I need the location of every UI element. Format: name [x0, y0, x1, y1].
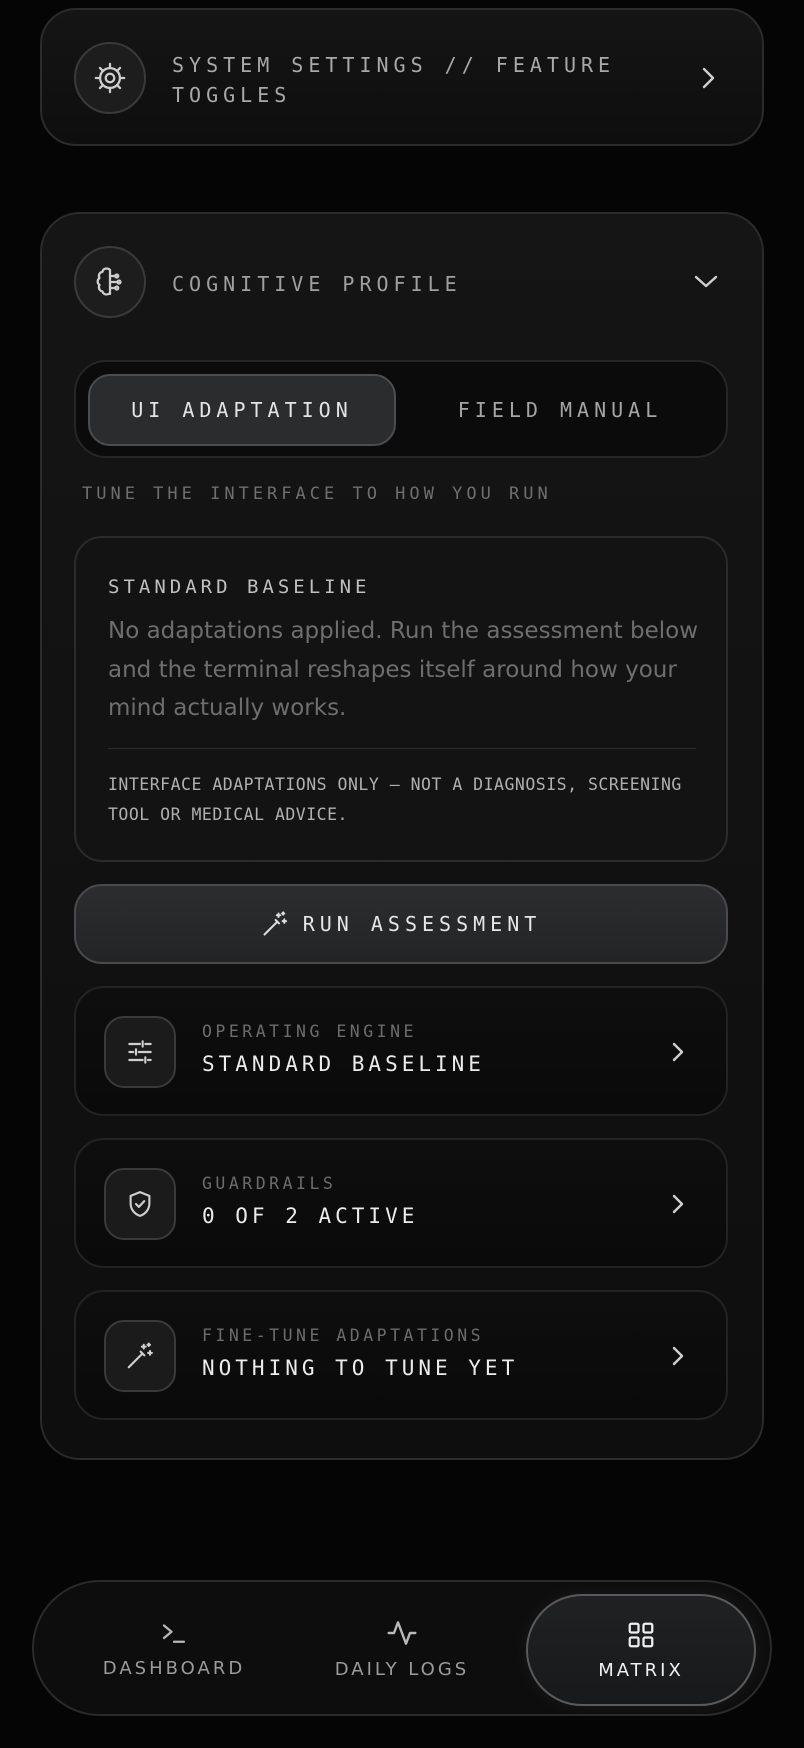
baseline-title: STANDARD BASELINE: [108, 576, 371, 598]
run-assessment-button[interactable]: RUN ASSESSMENT: [74, 884, 728, 964]
tune-caption: TUNE THE INTERFACE TO HOW YOU RUN: [82, 484, 552, 504]
activity-icon: [387, 1620, 417, 1645]
terminal-icon: [162, 1623, 186, 1643]
tab-ui-adaptation[interactable]: UI ADAPTATION: [88, 374, 396, 446]
divider: [108, 748, 696, 749]
bottom-nav: DASHBOARD DAILY LOGS MATRIX: [32, 1580, 772, 1716]
baseline-info-box: STANDARD BASELINE No adaptations applied…: [74, 536, 728, 862]
profile-title: COGNITIVE PROFILE: [172, 272, 462, 296]
settings-title: SYSTEM SETTINGS // FEATURE TOGGLES: [172, 53, 616, 107]
baseline-description: No adaptations applied. Run the assessme…: [108, 618, 699, 721]
run-assessment-label: RUN ASSESSMENT: [302, 912, 542, 936]
nav-label-matrix: MATRIX: [598, 1659, 684, 1681]
chevron-right-icon: [672, 1042, 684, 1062]
cognitive-profile-card: COGNITIVE PROFILE UI ADAPTATION FIELD MA…: [40, 212, 764, 1460]
nav-label-dashboard: DASHBOARD: [102, 1657, 246, 1679]
grid-icon: [628, 1622, 654, 1647]
system-settings-card[interactable]: SYSTEM SETTINGS // FEATURE TOGGLES: [40, 8, 764, 146]
nav-item-dashboard[interactable]: DASHBOARD: [74, 1582, 274, 1714]
magic-wand-icon: [104, 1320, 176, 1392]
operating-engine-label: OPERATING ENGINE: [202, 1022, 417, 1041]
nav-item-daily-logs[interactable]: DAILY LOGS: [302, 1582, 502, 1714]
nav-label-daily-logs: DAILY LOGS: [334, 1658, 470, 1680]
nav-item-matrix[interactable]: MATRIX: [526, 1594, 756, 1706]
sliders-icon: [104, 1016, 176, 1088]
chevron-right-icon: [672, 1346, 684, 1366]
fine-tune-row[interactable]: FINE-TUNE ADAPTATIONS NOTHING TO TUNE YE…: [74, 1290, 728, 1420]
shield-check-icon: [104, 1168, 176, 1240]
magic-wand-icon: [263, 911, 287, 936]
brain-icon: [74, 246, 146, 318]
guardrails-row[interactable]: GUARDRAILS 0 OF 2 ACTIVE: [74, 1138, 728, 1268]
disclaimer-text: INTERFACE ADAPTATIONS ONLY — NOT A DIAGN…: [108, 775, 682, 824]
operating-engine-value: STANDARD BASELINE: [202, 1052, 485, 1076]
operating-engine-row[interactable]: OPERATING ENGINE STANDARD BASELINE: [74, 986, 728, 1116]
guardrails-label: GUARDRAILS: [202, 1174, 337, 1193]
chevron-down-icon[interactable]: [694, 270, 718, 294]
fine-tune-label: FINE-TUNE ADAPTATIONS: [202, 1326, 485, 1345]
segmented-tabs: UI ADAPTATION FIELD MANUAL: [74, 360, 728, 458]
fine-tune-value: NOTHING TO TUNE YET: [202, 1356, 519, 1380]
gear-icon: [74, 42, 146, 114]
tab-field-manual[interactable]: FIELD MANUAL: [406, 374, 714, 446]
chevron-right-icon: [702, 67, 715, 89]
guardrails-value: 0 OF 2 ACTIVE: [202, 1204, 419, 1228]
chevron-right-icon: [672, 1194, 684, 1214]
